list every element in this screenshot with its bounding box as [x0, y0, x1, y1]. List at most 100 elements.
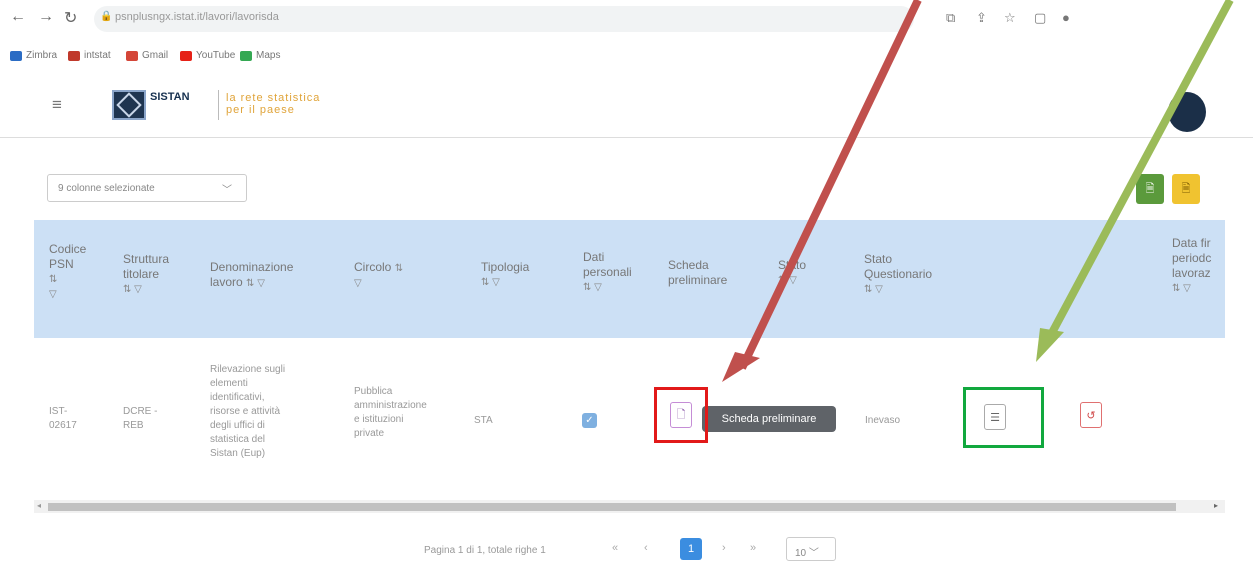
cell-stato-questionario: Inevaso [865, 415, 901, 426]
last-page-button[interactable]: » [750, 542, 756, 554]
bookmark-intstat[interactable]: intstat [68, 50, 111, 61]
col-codice-psn[interactable]: Codice PSN ⇅ ▽ [49, 242, 86, 302]
cell-line: Rilevazione sugli [210, 364, 286, 375]
tooltip: Scheda preliminare [702, 406, 836, 432]
cell-line: private [354, 428, 385, 439]
cell-line: degli uffici di [210, 420, 265, 431]
cell-denominazione: Rilevazione sugli elementi identificativ… [210, 363, 285, 461]
sort-filter-icons[interactable]: ⇅ ▽ [864, 282, 932, 297]
sort-filter-icons[interactable]: ⇅ ▽ [778, 273, 806, 288]
prev-page-button[interactable]: ‹ [644, 542, 648, 554]
sort-filter-icons[interactable]: ⇅ ▽ [246, 278, 265, 289]
chevron-down-icon: ﹀ [808, 548, 819, 559]
highlight-red-box [654, 387, 708, 443]
menu-icon[interactable]: ≡ [52, 95, 62, 115]
tagline: la rete statistica per il paese [226, 92, 320, 116]
export-pdf-button[interactable]: 🗎 [1172, 174, 1200, 204]
cell-line: 02617 [49, 420, 77, 431]
col-label: preliminare [668, 273, 728, 287]
scroll-right-icon[interactable]: ▸ [1214, 501, 1218, 510]
col-label: Data fir [1172, 236, 1211, 250]
col-stato[interactable]: Stato ⇅ ▽ [778, 258, 806, 288]
cell-line: IST- [49, 406, 68, 417]
col-label: Codice [49, 242, 87, 256]
tagline-line2: per il paese [226, 104, 295, 116]
highlight-green-box [963, 387, 1044, 448]
columns-multiselect[interactable]: 9 colonne selezionate ﹀ [47, 174, 247, 202]
browser-toolbar: ← → ↻ 🔒 psnplusngx.istat.it/lavori/lavor… [0, 0, 1253, 38]
sort-filter-icons[interactable]: ⇅ ▽ [1172, 281, 1211, 296]
col-data-fine[interactable]: Data fir periodc lavoraz ⇅ ▽ [1172, 236, 1211, 296]
col-tipologia[interactable]: Tipologia ⇅ ▽ [481, 260, 529, 290]
horizontal-scrollbar[interactable]: ◂ ▸ [34, 500, 1225, 513]
bookmark-maps[interactable]: Maps [240, 50, 280, 61]
sort-icon[interactable]: ⇅ [395, 263, 403, 274]
cell-codice: IST- 02617 [49, 405, 77, 433]
bookmark-youtube[interactable]: YouTube [180, 50, 235, 61]
col-label: lavoro [210, 275, 243, 289]
col-label: Dati [583, 250, 605, 264]
brand-name: SISTAN [150, 91, 190, 103]
bookmark-gmail[interactable]: Gmail [126, 50, 168, 61]
cell-tipologia: STA [474, 415, 493, 426]
cell-line: DCRE - [123, 406, 158, 417]
sort-filter-icons[interactable]: ⇅ ▽ [481, 275, 529, 290]
cell-line: identificativi, [210, 392, 265, 403]
share-icon[interactable]: ⇪ [976, 10, 987, 26]
url-text: psnplusngx.istat.it/lavori/lavorisda [115, 11, 279, 23]
rows-per-page-select[interactable]: 10 ﹀ [786, 537, 836, 561]
cell-line: Pubblica [354, 386, 393, 397]
user-avatar[interactable] [1168, 92, 1206, 132]
first-page-button[interactable]: « [612, 542, 618, 554]
back-icon[interactable]: ← [10, 8, 26, 26]
logo-mark-icon [116, 92, 142, 118]
current-page-button[interactable]: 1 [680, 538, 702, 560]
sort-filter-icons[interactable]: ⇅ ▽ [583, 280, 632, 295]
next-page-button[interactable]: › [722, 542, 726, 554]
cell-line: amministrazione [354, 400, 427, 411]
youtube-icon [180, 50, 192, 61]
zimbra-icon [10, 50, 22, 61]
col-label: Stato [864, 252, 893, 266]
logo-divider [218, 90, 219, 120]
cell-line: Sistan (Eup) [210, 448, 266, 459]
filter-icon[interactable]: ▽ [354, 276, 403, 291]
sistan-logo[interactable] [112, 90, 146, 120]
cell-line: e istituzioni [354, 414, 404, 425]
col-label: lavoraz [1172, 266, 1211, 280]
forward-icon[interactable]: → [38, 8, 54, 26]
bookmarks-bar: Zimbra intstat Gmail YouTube Maps [0, 42, 1253, 72]
gmail-icon [126, 50, 138, 61]
col-label: Denominazione [210, 260, 294, 274]
col-label: Struttura [123, 252, 170, 266]
filter-icon[interactable]: ▽ [49, 287, 86, 302]
col-denominazione-lavoro[interactable]: Denominazione lavoro ⇅ ▽ [210, 260, 293, 291]
scroll-thumb[interactable] [48, 503, 1176, 511]
pagination-summary: Pagina 1 di 1, totale righe 1 [424, 545, 546, 556]
col-dati-personali[interactable]: Dati personali ⇅ ▽ [583, 250, 632, 295]
sort-icon[interactable]: ⇅ [49, 272, 86, 287]
star-icon[interactable]: ☆ [1004, 10, 1016, 26]
dati-personali-checkbox[interactable]: ✓ [582, 413, 597, 428]
col-circolo[interactable]: Circolo ⇅ ▽ [354, 260, 403, 291]
col-stato-questionario[interactable]: Stato Questionario ⇅ ▽ [864, 252, 932, 297]
columns-selected-label: 9 colonne selezionate [58, 183, 155, 194]
sidepanel-icon[interactable]: ▢ [1034, 10, 1046, 26]
translate-icon[interactable]: ⧉ [946, 10, 955, 26]
bookmark-zimbra[interactable]: Zimbra [10, 50, 57, 61]
sort-filter-icons[interactable]: ⇅ ▽ [123, 282, 169, 297]
lock-icon: 🔒 [100, 11, 113, 22]
scroll-left-icon[interactable]: ◂ [37, 501, 41, 510]
paginator: Pagina 1 di 1, totale righe 1 « ‹ 1 › » … [34, 530, 1225, 564]
app-header: ≡ SISTAN la rete statistica per il paese [0, 74, 1253, 138]
profile-icon[interactable]: ● [1062, 10, 1070, 25]
col-label: Scheda [668, 258, 709, 272]
col-struttura-titolare[interactable]: Struttura titolare ⇅ ▽ [123, 252, 169, 297]
reload-icon[interactable]: ↻ [64, 8, 77, 28]
intstat-icon [68, 50, 80, 61]
cell-circolo: Pubblica amministrazione e istituzioni p… [354, 385, 427, 441]
history-icon: ↺ [1086, 409, 1096, 422]
export-excel-button[interactable]: 🗎 [1136, 174, 1164, 204]
col-label: titolare [123, 267, 160, 281]
history-button[interactable]: ↺ [1080, 402, 1102, 428]
